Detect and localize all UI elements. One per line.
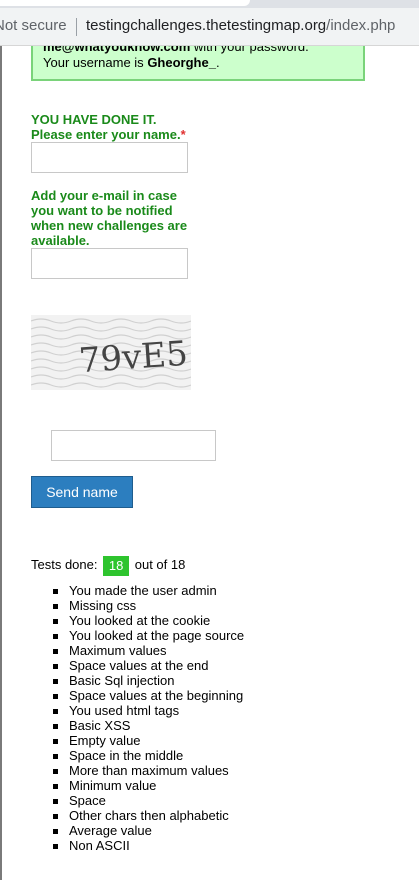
page-left-border: [0, 46, 2, 880]
test-item: Basic XSS: [31, 718, 244, 733]
browser-active-tab[interactable]: [0, 0, 250, 6]
name-field-label: YOU HAVE DONE IT. Please enter your name…: [31, 112, 186, 142]
captcha-text: 79vE5: [78, 334, 189, 382]
test-item: Non ASCII: [31, 838, 244, 853]
test-item: Space in the middle: [31, 748, 244, 763]
required-asterisk: *: [180, 127, 186, 142]
test-item: Average value: [31, 823, 244, 838]
captcha-graphic: 79vE5: [31, 318, 191, 388]
captcha-image: 79vE5: [31, 315, 191, 390]
tests-done-count-badge: 18: [103, 555, 130, 576]
success-username: Gheorghe_: [147, 55, 216, 70]
test-item: You looked at the cookie: [31, 613, 244, 628]
test-item: You looked at the page source: [31, 628, 244, 643]
not-secure-indicator[interactable]: Not secure: [0, 17, 67, 34]
name-input[interactable]: [31, 142, 188, 173]
done-heading: YOU HAVE DONE IT.: [31, 112, 157, 127]
test-item: Minimum value: [31, 778, 244, 793]
tests-done-label: Tests done:: [31, 557, 98, 572]
url-host: testingchallenges.thetestingmap.org: [86, 17, 327, 34]
enter-name-label: Please enter your name.*: [31, 127, 186, 142]
send-name-button[interactable]: Send name: [31, 476, 133, 508]
test-item: Other chars then alphabetic: [31, 808, 244, 823]
enter-name-text: Please enter your name.: [31, 127, 181, 142]
success-line-2: Your username is Gheorghe_.: [43, 55, 220, 70]
test-item: Space values at the end: [31, 658, 244, 673]
test-item: Maximum values: [31, 643, 244, 658]
test-item: You used html tags: [31, 703, 244, 718]
tests-summary: Tests done: 18 out of 18: [31, 553, 185, 577]
email-field-label: Add your e-mail in case you want to be n…: [31, 188, 188, 248]
url-path: /index.php: [326, 17, 396, 34]
test-item: Space values at the beginning: [31, 688, 244, 703]
test-item: Missing css: [31, 598, 244, 613]
email-input[interactable]: [31, 248, 188, 279]
url-text[interactable]: testingchallenges.thetestingmap.org/inde…: [86, 17, 395, 34]
success-line-2-end: .: [215, 55, 220, 70]
test-item: Space: [31, 793, 244, 808]
test-item: More than maximum values: [31, 763, 244, 778]
tests-done-list: You made the user admin Missing css You …: [31, 583, 244, 853]
success-line-2-text: Your username is: [43, 55, 148, 70]
tests-total-label: out of 18: [134, 557, 186, 572]
test-item: You made the user admin: [31, 583, 244, 598]
address-separator: [76, 18, 77, 36]
test-item: Basic Sql injection: [31, 673, 244, 688]
test-item: Empty value: [31, 733, 244, 748]
captcha-input[interactable]: [51, 430, 216, 461]
address-bar[interactable]: Not secure testingchallenges.thetestingm…: [0, 8, 419, 46]
